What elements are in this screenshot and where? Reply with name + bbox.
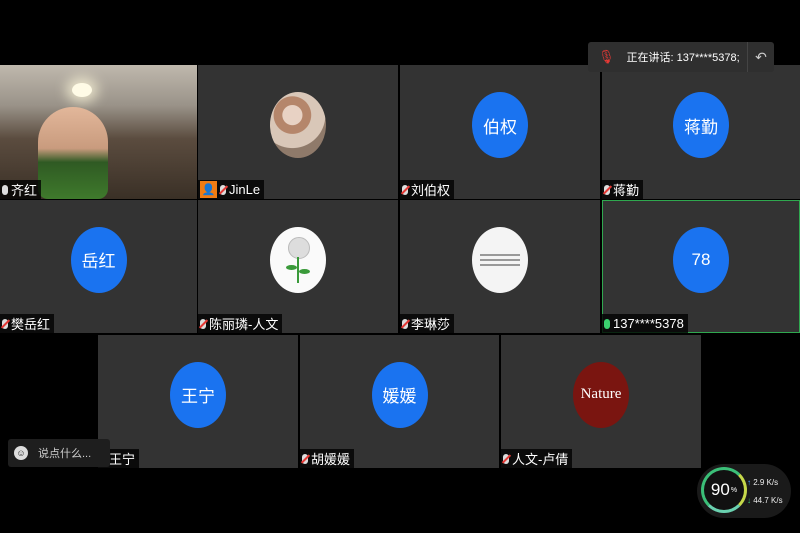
- video-tile-7[interactable]: 李琳莎: [400, 200, 600, 333]
- speaking-label: 正在讲话: 137****5378;: [626, 52, 740, 64]
- video-tile-10[interactable]: 媛媛 胡媛媛: [300, 335, 499, 468]
- participant-name: 李琳莎: [411, 317, 451, 332]
- user-icon: 👤: [200, 181, 217, 198]
- mic-muted-icon: [604, 184, 610, 195]
- download-arrow-icon: ↓: [747, 496, 751, 505]
- video-tile-2[interactable]: 👤 JinLe: [198, 65, 398, 199]
- initials-avatar: 媛媛: [371, 361, 428, 428]
- initials-avatar: 岳红: [70, 226, 127, 293]
- initials-avatar: 王宁: [170, 361, 226, 428]
- participant-name: 137****5378: [613, 316, 684, 331]
- video-tile-1[interactable]: 齐红: [0, 65, 197, 199]
- participant-nametag: 齐红: [0, 180, 42, 199]
- participant-nametag: 樊岳红: [0, 314, 55, 333]
- mic-muted-icon: [302, 453, 308, 464]
- mic-muted-icon: [220, 184, 226, 195]
- participant-nametag: 蒋勤: [602, 180, 644, 199]
- mic-on-icon: [2, 184, 8, 195]
- profile-photo-avatar: [270, 92, 326, 158]
- upload-unit: K/s: [766, 478, 779, 487]
- upload-arrow-icon: ↑: [747, 478, 751, 487]
- mic-muted-icon: [2, 318, 8, 329]
- participant-name: 樊岳红: [11, 317, 51, 332]
- video-tile-5[interactable]: 岳红 樊岳红: [0, 200, 197, 333]
- mic-muted-icon: [503, 453, 509, 464]
- network-quality-ring: 90%: [701, 467, 747, 513]
- participant-nametag: 137****5378: [602, 314, 688, 333]
- participant-nametag: 人文-卢倩: [501, 449, 573, 468]
- upload-rate: ↑ 2.9 K/s: [747, 478, 778, 487]
- chat-placeholder: 说点什么...: [38, 448, 92, 460]
- initials-avatar: Nature: [573, 361, 629, 428]
- video-tile-9[interactable]: 王宁 王宁: [98, 335, 298, 468]
- network-quality-unit: %: [730, 486, 738, 494]
- participant-name: JinLe: [229, 182, 261, 197]
- flower-icon: [283, 235, 313, 285]
- video-tile-11[interactable]: Nature 人文-卢倩: [501, 335, 701, 468]
- flower-avatar: [270, 226, 326, 293]
- mic-muted-icon: [200, 318, 206, 329]
- text-image-avatar: [472, 226, 528, 293]
- video-tile-4[interactable]: 蒋勤 蒋勤: [602, 65, 800, 199]
- participant-name: 胡媛媛: [311, 452, 351, 467]
- back-arrow-icon: ↶: [755, 48, 767, 65]
- initials-avatar: 伯权: [472, 92, 528, 158]
- download-rate: ↓ 44.7 K/s: [747, 496, 783, 505]
- speaking-indicator: 🎙 正在讲话: 137****5378; ↶: [588, 42, 774, 72]
- video-tile-3[interactable]: 伯权 刘伯权: [400, 65, 600, 199]
- mic-active-icon: [604, 318, 610, 329]
- initials-avatar: 78: [673, 226, 729, 293]
- participant-nametag: 胡媛媛: [300, 449, 355, 468]
- emoji-icon[interactable]: ☺: [14, 446, 28, 460]
- mic-muted-icon: [402, 318, 408, 329]
- download-value: 44.7: [753, 496, 769, 505]
- participant-name: 陈丽璘-人文: [209, 317, 279, 332]
- upload-value: 2.9: [753, 478, 765, 487]
- participant-nametag: 陈丽璘-人文: [198, 314, 283, 333]
- video-tile-8-speaking[interactable]: 78 137****5378: [602, 200, 800, 333]
- participant-name: 刘伯权: [411, 183, 451, 198]
- mic-muted-icon: 🎙: [598, 49, 615, 64]
- participant-name: 蒋勤: [613, 183, 640, 198]
- network-quality-value: 90: [710, 480, 730, 499]
- person-silhouette: [38, 107, 108, 199]
- initials-avatar: 蒋勤: [673, 92, 729, 158]
- participant-name: 王宁: [109, 452, 136, 467]
- ceiling-light: [72, 83, 92, 97]
- network-status-widget[interactable]: 90% ↑ 2.9 K/s ↓ 44.7 K/s: [697, 464, 791, 518]
- download-unit: K/s: [771, 496, 783, 505]
- video-tile-6[interactable]: 陈丽璘-人文: [198, 200, 398, 333]
- collapse-back-button[interactable]: ↶: [747, 42, 774, 72]
- participant-name: 人文-卢倩: [512, 452, 569, 467]
- participant-name: 齐红: [11, 183, 38, 198]
- participant-nametag: 👤 JinLe: [198, 180, 265, 199]
- participant-nametag: 李琳莎: [400, 314, 455, 333]
- text-lines-icon: [480, 251, 520, 269]
- mic-muted-icon: [402, 184, 408, 195]
- chat-input[interactable]: ☺ 说点什么...: [8, 439, 110, 467]
- participant-nametag: 刘伯权: [400, 180, 455, 199]
